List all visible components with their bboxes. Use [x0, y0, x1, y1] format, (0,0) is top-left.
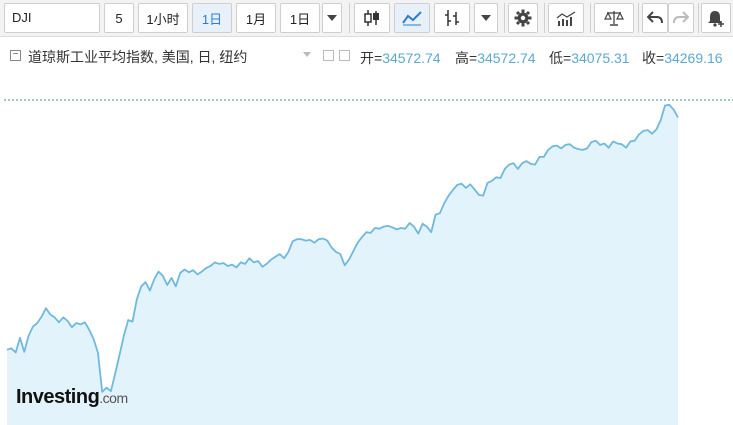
price-area-fill [7, 104, 678, 425]
separator [590, 3, 591, 33]
chart-type-dropdown[interactable] [474, 3, 498, 33]
interval-range-button[interactable]: 1日 [280, 3, 320, 33]
candlestick-icon [364, 10, 379, 26]
undo-icon [647, 11, 663, 24]
candlestick-button[interactable] [354, 3, 390, 33]
alert-icon [708, 11, 724, 27]
alert-button[interactable] [701, 3, 731, 33]
redo-icon [673, 11, 689, 24]
undo-button[interactable] [642, 3, 668, 33]
interval-1d-button[interactable]: 1日 [192, 3, 232, 33]
compare-icon [604, 11, 624, 26]
chevron-down-icon [327, 15, 337, 21]
price-chart[interactable] [0, 38, 733, 425]
dropdown-icon [481, 15, 491, 21]
separator [638, 3, 639, 33]
gear-icon [514, 9, 532, 27]
interval-dropdown-button[interactable] [322, 3, 342, 33]
bar-chart-type-button[interactable] [434, 3, 470, 33]
separator [698, 3, 699, 33]
redo-button[interactable] [668, 3, 694, 33]
line-chart-button[interactable] [394, 3, 430, 33]
separator [544, 3, 545, 33]
interval-1m-button[interactable]: 1月 [236, 3, 276, 33]
line-chart-icon [402, 11, 422, 26]
symbol-input[interactable]: DJI [4, 3, 100, 33]
toolbar: DJI 5 1小时 1日 1月 1日 [0, 0, 733, 37]
compare-button[interactable] [594, 3, 634, 33]
indicators-icon [556, 11, 576, 26]
bar-chart-icon [445, 10, 459, 26]
indicators-button[interactable] [548, 3, 584, 33]
separator [504, 3, 505, 33]
separator [349, 3, 350, 33]
count-field[interactable]: 5 [104, 3, 134, 33]
interval-1h-button[interactable]: 1小时 [138, 3, 188, 33]
settings-button[interactable] [508, 3, 538, 33]
investing-logo: Investing.com [16, 386, 128, 408]
